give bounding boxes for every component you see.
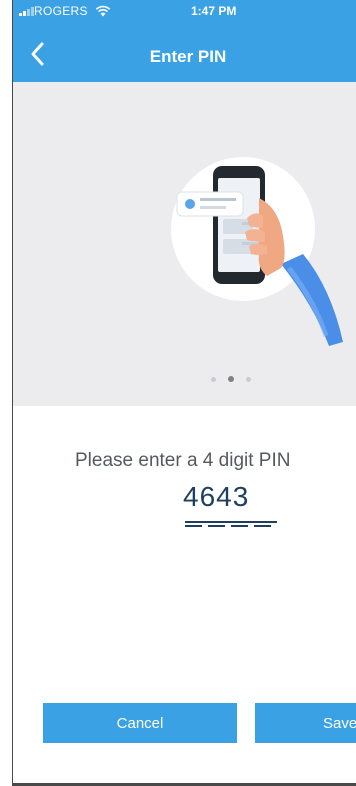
pin-underline [185, 521, 277, 523]
signal-strength-icon [19, 7, 34, 16]
carousel-indicator [211, 376, 251, 382]
carousel-dot-2[interactable] [228, 376, 234, 382]
status-bar: ROGERS 1:47 PM [13, 0, 356, 22]
carousel-dot-1[interactable] [211, 376, 216, 382]
top-bar: ROGERS 1:47 PM Enter PIN [13, 0, 356, 82]
pin-prompt: Please enter a 4 digit PIN [75, 450, 291, 471]
pin-digit-slots [185, 525, 271, 527]
pin-value: 4643 [183, 481, 250, 512]
status-time: 1:47 PM [191, 4, 237, 18]
pin-input[interactable]: 4643 [183, 481, 283, 529]
phone-in-hand-illustration [171, 157, 343, 346]
cancel-button[interactable]: Cancel [43, 703, 237, 743]
app-screen: ROGERS 1:47 PM Enter PIN Please enter a … [12, 0, 356, 786]
carrier-name: ROGERS [34, 4, 88, 18]
save-button[interactable]: Save [255, 703, 356, 743]
wifi-icon [95, 5, 111, 17]
page-title: Enter PIN [149, 47, 227, 66]
carousel-dot-3[interactable] [246, 376, 251, 382]
